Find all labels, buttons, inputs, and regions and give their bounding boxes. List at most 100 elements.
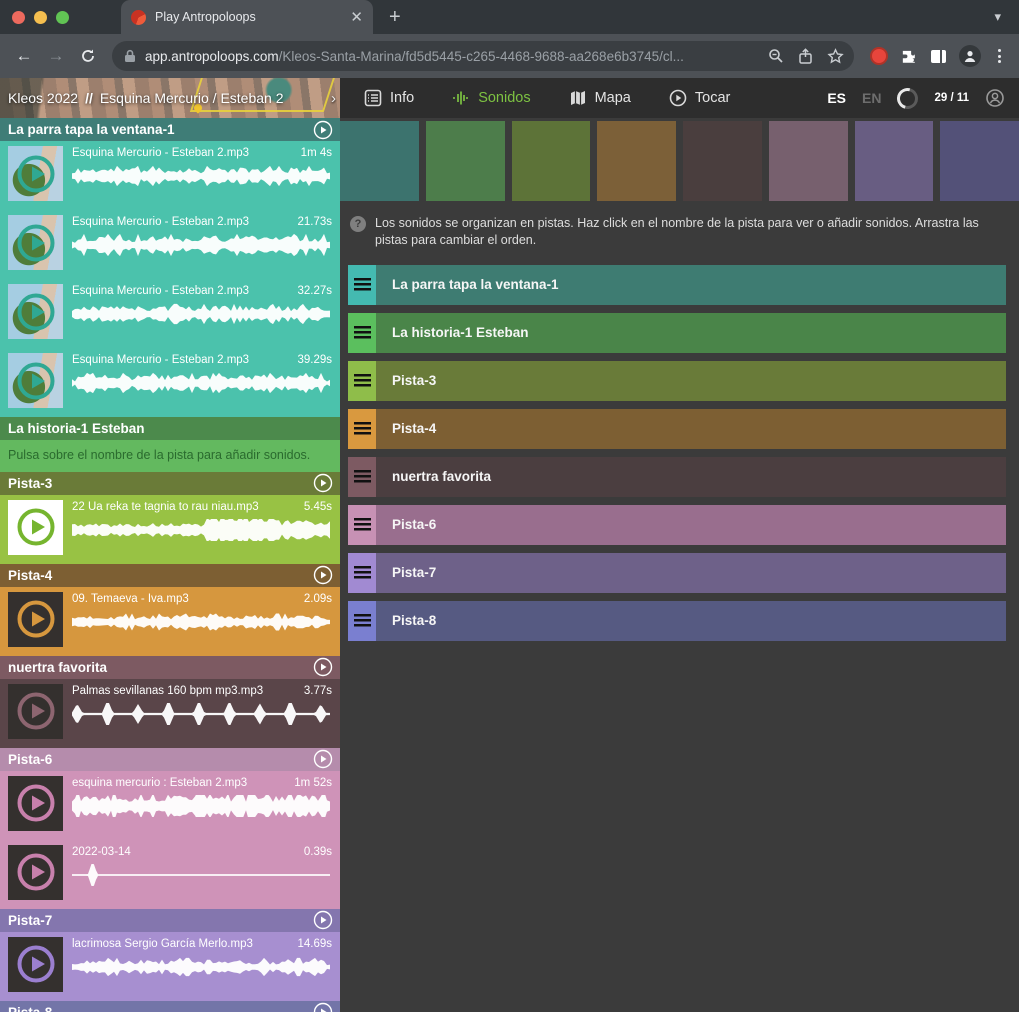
sidebar-track-header[interactable]: La historia-1 Esteban [0,417,340,440]
nav-item-sonidos[interactable]: Sonidos [452,89,530,107]
sound-item[interactable]: Palmas sevillanas 160 bpm mp3.mp33.77s [0,679,340,748]
track-row[interactable]: La parra tapa la ventana-1 [348,265,1006,305]
palette-swatch[interactable] [340,121,419,201]
track-row-body[interactable]: nuertra favorita [376,457,1006,497]
sound-play-icon[interactable] [16,223,56,263]
track-row-body[interactable]: Pista-6 [376,505,1006,545]
track-row[interactable]: Pista-8 [348,601,1006,641]
recording-indicator-icon[interactable] [870,47,888,65]
tab-search-chevron-icon[interactable]: ▾ [994,9,1001,25]
track-row[interactable]: Pista-4 [348,409,1006,449]
sound-thumbnail[interactable] [8,845,63,900]
track-drag-handle[interactable] [348,265,376,305]
track-row-body[interactable]: La parra tapa la ventana-1 [376,265,1006,305]
track-play-icon[interactable] [313,749,333,769]
cover-chevron-icon[interactable]: › [331,90,336,107]
lang-en-button[interactable]: EN [862,90,881,106]
track-row-body[interactable]: Pista-3 [376,361,1006,401]
address-bar[interactable]: app.antropoloops.com/Kleos-Santa-Marina/… [112,41,854,71]
sound-item[interactable]: 09. Temaeva - Iva.mp32.09s [0,587,340,656]
side-panel-icon[interactable] [931,50,946,63]
browser-menu-icon[interactable] [994,49,1005,63]
share-icon[interactable] [798,48,813,65]
nav-item-info[interactable]: Info [364,89,414,107]
sound-item[interactable]: Esquina Mercurio - Esteban 2.mp31m 4s [0,141,340,210]
sound-play-icon[interactable] [16,783,56,823]
forward-button[interactable]: → [42,42,70,70]
project-cover[interactable]: Kleos 2022//Esquina Mercurio / Esteban 2… [0,78,340,118]
sound-play-icon[interactable] [16,599,56,639]
track-row[interactable]: La historia-1 Esteban [348,313,1006,353]
sound-thumbnail[interactable] [8,353,63,408]
sidebar-track-header[interactable]: La parra tapa la ventana-1 [0,118,340,141]
sidebar-track-header[interactable]: nuertra favorita [0,656,340,679]
sound-item[interactable]: lacrimosa Sergio García Merlo.mp314.69s [0,932,340,1001]
track-drag-handle[interactable] [348,457,376,497]
tab-close-icon[interactable]: ✕ [350,10,363,25]
palette-swatch[interactable] [597,121,676,201]
window-zoom-button[interactable] [56,11,69,24]
track-drag-handle[interactable] [348,409,376,449]
sound-item[interactable]: Esquina Mercurio - Esteban 2.mp332.27s [0,279,340,348]
back-button[interactable]: ← [10,42,38,70]
account-icon[interactable] [985,88,1005,108]
sidebar-track-header[interactable]: Pista-8 [0,1001,340,1012]
sound-item[interactable]: Esquina Mercurio - Esteban 2.mp321.73s [0,210,340,279]
track-row-body[interactable]: Pista-7 [376,553,1006,593]
palette-swatch[interactable] [512,121,591,201]
sound-play-icon[interactable] [16,691,56,731]
track-play-icon[interactable] [313,120,333,140]
palette-swatch[interactable] [940,121,1019,201]
track-row-body[interactable]: Pista-4 [376,409,1006,449]
track-row[interactable]: Pista-6 [348,505,1006,545]
sound-play-icon[interactable] [16,852,56,892]
track-row-body[interactable]: Pista-8 [376,601,1006,641]
track-play-icon[interactable] [313,565,333,585]
sound-play-icon[interactable] [16,507,56,547]
track-play-icon[interactable] [313,657,333,677]
sound-play-icon[interactable] [16,154,56,194]
sound-play-icon[interactable] [16,292,56,332]
sound-thumbnail[interactable] [8,592,63,647]
sound-item[interactable]: 22 Ua reka te tagnia to rau niau.mp35.45… [0,495,340,564]
track-drag-handle[interactable] [348,505,376,545]
sidebar-track-header[interactable]: Pista-6 [0,748,340,771]
sound-thumbnail[interactable] [8,500,63,555]
track-play-icon[interactable] [313,473,333,493]
new-tab-button[interactable]: + [389,6,401,29]
sound-thumbnail[interactable] [8,937,63,992]
palette-swatch[interactable] [769,121,848,201]
sound-thumbnail[interactable] [8,776,63,831]
sound-item[interactable]: 2022-03-140.39s [0,840,340,909]
lang-es-button[interactable]: ES [827,90,846,106]
nav-item-mapa[interactable]: Mapa [569,89,631,107]
sound-item[interactable]: Esquina Mercurio - Esteban 2.mp339.29s [0,348,340,417]
track-drag-handle[interactable] [348,361,376,401]
track-drag-handle[interactable] [348,601,376,641]
track-row[interactable]: nuertra favorita [348,457,1006,497]
track-drag-handle[interactable] [348,553,376,593]
lock-icon[interactable] [124,49,136,63]
window-minimize-button[interactable] [34,11,47,24]
sound-thumbnail[interactable] [8,215,63,270]
sidebar-track-header[interactable]: Pista-3 [0,472,340,495]
sound-play-icon[interactable] [16,944,56,984]
zoom-icon[interactable] [768,48,784,64]
sound-play-icon[interactable] [16,361,56,401]
palette-swatch[interactable] [683,121,762,201]
sound-item[interactable]: esquina mercurio : Esteban 2.mp31m 52s [0,771,340,840]
track-play-icon[interactable] [313,910,333,930]
browser-tab[interactable]: Play Antropoloops ✕ [121,0,373,34]
bookmark-star-icon[interactable] [827,48,844,65]
palette-swatch[interactable] [426,121,505,201]
track-row[interactable]: Pista-7 [348,553,1006,593]
sidebar-track-header[interactable]: Pista-7 [0,909,340,932]
extensions-puzzle-icon[interactable] [901,48,918,65]
profile-avatar[interactable] [959,45,981,67]
track-play-icon[interactable] [313,1002,333,1012]
track-row[interactable]: Pista-3 [348,361,1006,401]
track-row-body[interactable]: La historia-1 Esteban [376,313,1006,353]
sidebar-track-header[interactable]: Pista-4 [0,564,340,587]
sound-thumbnail[interactable] [8,684,63,739]
sound-thumbnail[interactable] [8,146,63,201]
